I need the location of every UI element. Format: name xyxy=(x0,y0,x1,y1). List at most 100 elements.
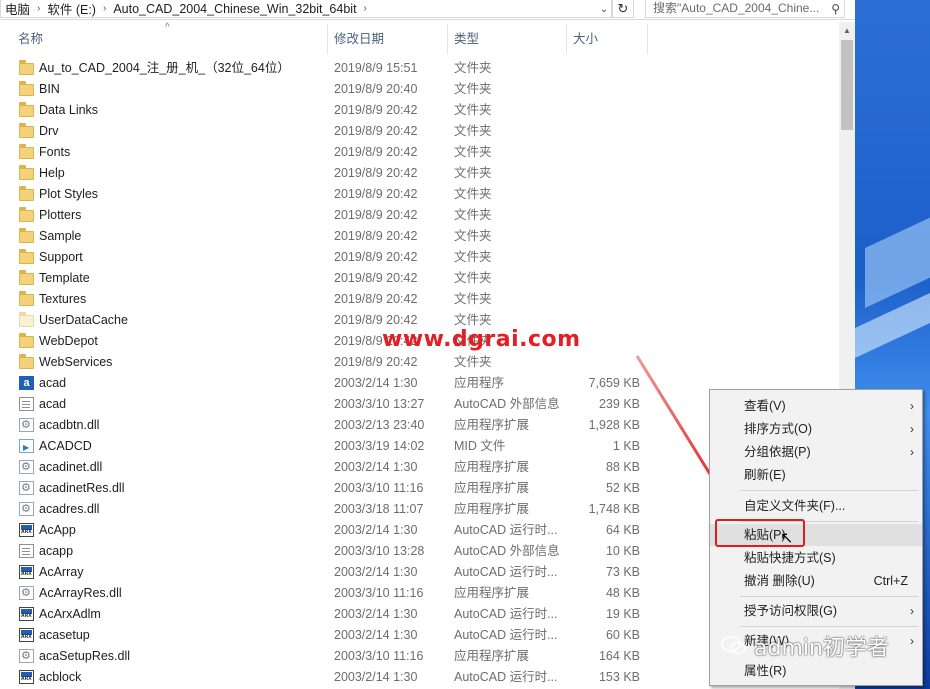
file-row[interactable]: Drv 2019/8/9 20:42 文件夹 xyxy=(0,121,839,142)
file-type: 应用程序扩展 xyxy=(454,586,530,600)
address-dropdown-icon[interactable]: ⌄ xyxy=(596,0,612,18)
file-date: 2003/3/10 11:16 xyxy=(334,649,424,663)
column-size[interactable]: 大小 xyxy=(567,22,647,54)
menu-item-group[interactable]: 分组依据(P) › xyxy=(710,441,922,463)
file-type: 文件夹 xyxy=(454,145,492,159)
file-name: acasetup xyxy=(39,628,90,642)
file-row[interactable]: Data Links 2019/8/9 20:42 文件夹 xyxy=(0,100,839,121)
file-row[interactable]: Au_to_CAD_2004_注_册_机_（32位_64位） 2019/8/9 1… xyxy=(0,58,839,79)
menu-item-sort[interactable]: 排序方式(O) › xyxy=(710,418,922,440)
breadcrumb-chevron-icon[interactable]: › xyxy=(34,3,43,14)
scroll-up-arrow-icon[interactable]: ▲ xyxy=(839,22,855,39)
file-type: 文件夹 xyxy=(454,166,492,180)
file-date: 2019/8/9 20:42 xyxy=(334,145,418,159)
search-icon[interactable]: ⚲ xyxy=(829,1,840,17)
file-date: 2003/3/10 11:16 xyxy=(334,481,424,495)
file-type: 文件夹 xyxy=(454,271,492,285)
file-name: UserDataCache xyxy=(39,313,128,327)
file-size: 7,659 KB xyxy=(588,376,640,390)
column-type[interactable]: 类型 xyxy=(448,22,566,54)
file-row[interactable]: Sample 2019/8/9 20:42 文件夹 xyxy=(0,226,839,247)
file-type: 文件夹 xyxy=(454,208,492,222)
document-icon xyxy=(19,544,34,558)
file-name: acad xyxy=(39,397,67,411)
menu-item-customize-label: 自定义文件夹(F)... xyxy=(744,499,846,513)
file-row[interactable]: Fonts 2019/8/9 20:42 文件夹 xyxy=(0,142,839,163)
file-type: AutoCAD 运行时... xyxy=(454,670,558,684)
column-date[interactable]: 修改日期 xyxy=(328,22,446,54)
file-size: 1,748 KB xyxy=(588,502,640,516)
file-row[interactable]: Plot Styles 2019/8/9 20:42 文件夹 xyxy=(0,184,839,205)
file-name: Au_to_CAD_2004_注_册_机_（32位_64位） xyxy=(39,61,290,75)
file-type: 文件夹 xyxy=(454,229,492,243)
menu-item-grant-access[interactable]: 授予访问权限(G) › xyxy=(710,600,922,622)
scroll-thumb[interactable] xyxy=(841,40,853,130)
file-name: Sample xyxy=(39,229,82,243)
watermark-url: www.dgrai.com xyxy=(382,327,581,352)
file-type: 应用程序扩展 xyxy=(454,460,530,474)
file-date: 2003/2/14 1:30 xyxy=(334,607,418,621)
watermark-author-text: admin初学者 xyxy=(754,636,889,661)
menu-item-paste-shortcut[interactable]: 粘贴快捷方式(S) xyxy=(710,547,922,569)
folder-icon xyxy=(19,165,34,180)
file-type: 文件夹 xyxy=(454,103,492,117)
file-date: 2003/3/18 11:07 xyxy=(334,502,424,516)
file-type: 文件夹 xyxy=(454,82,492,96)
file-row[interactable]: Support 2019/8/9 20:42 文件夹 xyxy=(0,247,839,268)
file-size: 1 KB xyxy=(612,439,640,453)
file-date: 2019/8/9 20:42 xyxy=(334,292,418,306)
file-date: 2003/3/10 13:27 xyxy=(334,397,425,411)
file-name: acadres.dll xyxy=(39,502,100,516)
menu-item-properties[interactable]: 属性(R) xyxy=(710,660,922,682)
menu-item-view[interactable]: 查看(V) › xyxy=(710,395,922,417)
dll-gear-icon xyxy=(19,415,34,436)
file-type: AutoCAD 外部信息 xyxy=(454,544,560,558)
submenu-chevron-icon: › xyxy=(910,634,914,648)
folder-icon xyxy=(19,144,34,159)
file-row[interactable]: Template 2019/8/9 20:42 文件夹 xyxy=(0,268,839,289)
breadcrumb[interactable]: 电脑 › 软件 (E:) › Auto_CAD_2004_Chinese_Win… xyxy=(0,0,612,18)
file-size: 73 KB xyxy=(605,565,640,579)
file-size: 60 KB xyxy=(605,628,640,642)
file-row[interactable]: BIN 2019/8/9 20:40 文件夹 xyxy=(0,79,839,100)
search-input[interactable]: 搜索"Auto_CAD_2004_Chine... ⚲ xyxy=(645,0,845,18)
breadcrumb-folder[interactable]: Auto_CAD_2004_Chinese_Win_32bit_64bit xyxy=(109,2,360,16)
submenu-chevron-icon: › xyxy=(910,399,914,413)
file-row[interactable]: Textures 2019/8/9 20:42 文件夹 xyxy=(0,289,839,310)
breadcrumb-chevron-icon[interactable]: › xyxy=(100,3,109,14)
file-name: acapp xyxy=(39,544,74,558)
file-name: Fonts xyxy=(39,145,71,159)
file-row[interactable]: WebServices 2019/8/9 20:42 文件夹 xyxy=(0,352,839,373)
breadcrumb-computer[interactable]: 电脑 xyxy=(1,0,34,18)
submenu-chevron-icon: › xyxy=(910,445,914,459)
file-type: 文件夹 xyxy=(454,292,492,306)
dll-gear-icon xyxy=(19,457,34,478)
menu-item-refresh[interactable]: 刷新(E) xyxy=(710,464,922,486)
file-name: Template xyxy=(39,271,90,285)
menu-separator xyxy=(740,490,918,491)
folder-icon xyxy=(19,207,34,222)
file-row[interactable]: Plotters 2019/8/9 20:42 文件夹 xyxy=(0,205,839,226)
folder-icon xyxy=(19,186,34,201)
column-name[interactable]: 名称 xyxy=(12,22,327,54)
search-placeholder: 搜索"Auto_CAD_2004_Chine... xyxy=(653,1,820,15)
file-row[interactable]: Help 2019/8/9 20:42 文件夹 xyxy=(0,163,839,184)
address-bar: 电脑 › 软件 (E:) › Auto_CAD_2004_Chinese_Win… xyxy=(0,0,855,20)
file-type: AutoCAD 运行时... xyxy=(454,565,558,579)
menu-item-customize-folder[interactable]: 自定义文件夹(F)... xyxy=(710,495,922,517)
breadcrumb-drive[interactable]: 软件 (E:) xyxy=(43,0,100,18)
file-date: 2019/8/9 15:51 xyxy=(334,61,418,75)
file-date: 2019/8/9 20:42 xyxy=(334,124,418,138)
document-icon xyxy=(19,397,34,411)
dll-gear-icon xyxy=(19,646,34,667)
breadcrumb-chevron-icon[interactable]: › xyxy=(361,3,370,14)
file-date: 2019/8/9 20:42 xyxy=(334,187,418,201)
file-size: 1,928 KB xyxy=(588,418,640,432)
menu-item-undo-delete[interactable]: 撤消 删除(U) Ctrl+Z xyxy=(710,570,922,592)
refresh-icon[interactable]: ↻ xyxy=(612,0,634,18)
dll-gear-icon xyxy=(19,478,34,499)
file-size: 10 KB xyxy=(605,544,640,558)
menu-item-group-label: 分组依据(P) xyxy=(744,445,811,459)
menu-item-refresh-label: 刷新(E) xyxy=(744,468,786,482)
file-name: AcArray xyxy=(39,565,84,579)
